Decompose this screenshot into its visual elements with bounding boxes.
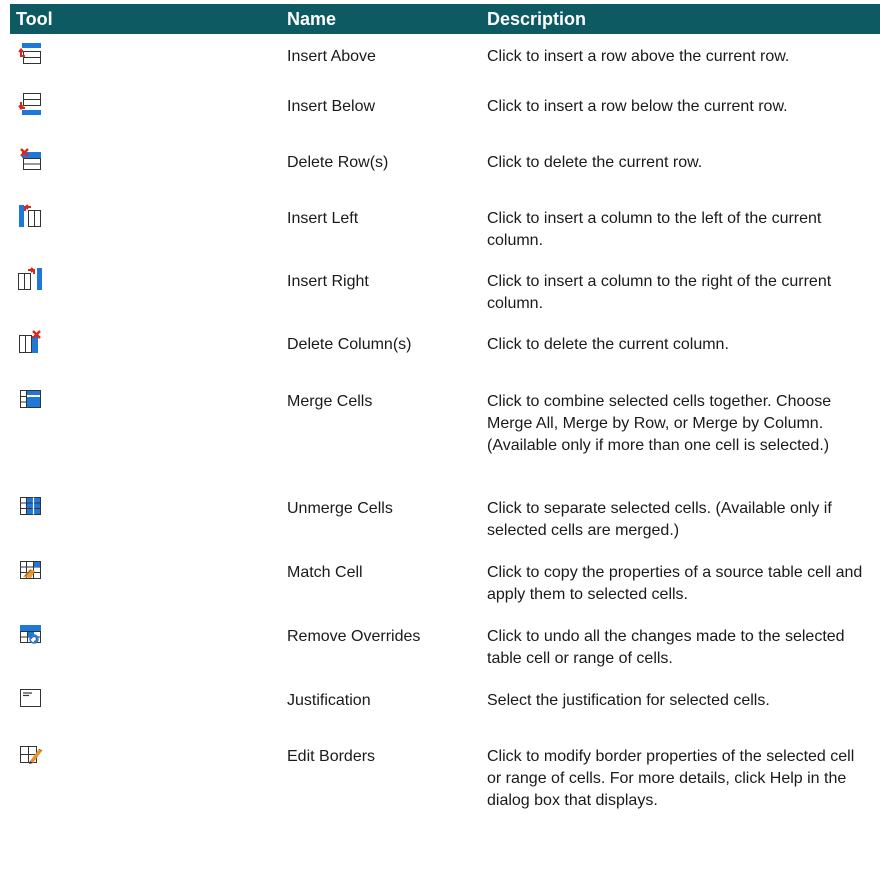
header-tool: Tool <box>16 9 53 29</box>
table-row: Delete Column(s) Click to delete the cur… <box>10 322 880 379</box>
tool-name: Unmerge Cells <box>287 500 393 517</box>
tool-description: Click to combine selected cells together… <box>487 393 832 454</box>
tool-description: Click to delete the current row. <box>487 154 703 171</box>
insert-left-icon <box>16 204 44 228</box>
tool-name: Insert Below <box>287 98 376 115</box>
tool-name: Insert Left <box>287 210 359 227</box>
delete-columns-icon <box>16 330 44 354</box>
tool-name: Delete Column(s) <box>287 336 412 353</box>
table-row: Merge Cells Click to combine selected ce… <box>10 379 880 486</box>
match-cell-icon <box>16 558 44 582</box>
tool-name: Delete Row(s) <box>287 154 389 171</box>
unmerge-cells-icon <box>16 494 44 518</box>
tool-name: Match Cell <box>287 564 363 581</box>
tool-table-page: Tool Name Description Insert Above Click… <box>0 0 880 880</box>
justification-icon <box>16 686 44 710</box>
tool-description: Click to insert a column to the right of… <box>487 273 832 312</box>
table-row: Delete Row(s) Click to delete the curren… <box>10 140 880 196</box>
tool-description: Select the justification for selected ce… <box>487 692 770 709</box>
delete-rows-icon <box>16 148 44 172</box>
table-row: Insert Below Click to insert a row below… <box>10 84 880 140</box>
tool-name: Insert Right <box>287 273 369 290</box>
tool-description: Click to copy the properties of a source… <box>487 564 863 603</box>
tool-description: Click to insert a row below the current … <box>487 98 788 115</box>
table-row: Insert Above Click to insert a row above… <box>10 34 880 84</box>
header-name: Name <box>287 9 337 29</box>
table-row: Remove Overrides Click to undo all the c… <box>10 614 880 678</box>
table-row: Insert Left Click to insert a column to … <box>10 196 880 259</box>
table-row: Match Cell Click to copy the properties … <box>10 550 880 614</box>
remove-overrides-icon <box>16 622 44 646</box>
tool-table: Tool Name Description Insert Above Click… <box>10 4 880 842</box>
tool-description: Click to modify border properties of the… <box>487 748 855 809</box>
edit-borders-icon <box>16 742 44 766</box>
tool-description: Click to undo all the changes made to th… <box>487 628 845 667</box>
tool-name: Insert Above <box>287 48 376 65</box>
tool-description: Click to insert a column to the left of … <box>487 210 822 249</box>
insert-below-icon <box>16 92 44 116</box>
table-header: Tool Name Description <box>10 4 880 34</box>
tool-description: Click to separate selected cells. (Avail… <box>487 500 832 539</box>
insert-above-icon <box>16 42 44 66</box>
tool-name: Justification <box>287 692 371 709</box>
merge-cells-icon <box>16 387 44 411</box>
table-row: Unmerge Cells Click to separate selected… <box>10 486 880 550</box>
table-row: Insert Right Click to insert a column to… <box>10 259 880 322</box>
insert-right-icon <box>16 267 44 291</box>
table-row: Justification Select the justification f… <box>10 678 880 734</box>
header-description: Description <box>487 9 587 29</box>
tool-description: Click to delete the current column. <box>487 336 729 353</box>
tool-name: Edit Borders <box>287 748 376 765</box>
tool-name: Merge Cells <box>287 393 373 410</box>
table-row: Edit Borders Click to modify border prop… <box>10 734 880 842</box>
tool-name: Remove Overrides <box>287 628 421 645</box>
tool-description: Click to insert a row above the current … <box>487 48 790 65</box>
